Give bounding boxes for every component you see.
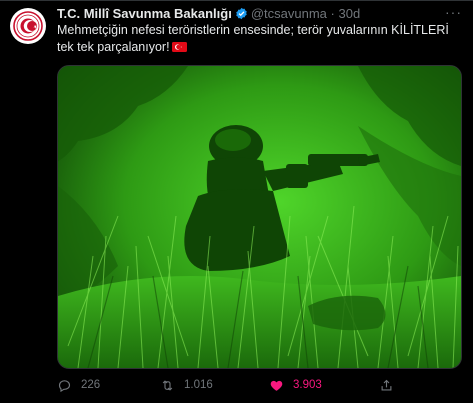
night-vision-photo — [58, 66, 461, 368]
heart-icon — [270, 380, 283, 391]
more-icon[interactable]: ··· — [445, 5, 462, 19]
turkey-flag-icon — [171, 40, 187, 52]
share-button[interactable] — [379, 376, 403, 394]
reply-count: 226 — [81, 379, 101, 391]
retweet-button[interactable]: 1.016 — [160, 376, 213, 394]
tweet-actions: 226 1.016 3.903 — [57, 376, 457, 394]
verified-badge-icon — [235, 7, 248, 20]
retweet-count: 1.016 — [184, 379, 213, 391]
share-icon — [381, 379, 392, 390]
like-count: 3.903 — [293, 379, 322, 391]
tweet-header: T.C. Millî Savunma Bakanlığı @tcsavunma ·… — [57, 5, 462, 23]
reply-icon — [58, 379, 71, 392]
tweet-text: Mehmetçiğin nefesi teröristlerin ensesin… — [57, 23, 449, 54]
divider — [0, 0, 473, 1]
avatar[interactable] — [10, 8, 46, 44]
author-handle[interactable]: @tcsavunma — [251, 6, 327, 21]
author-name[interactable]: T.C. Millî Savunma Bakanlığı — [57, 6, 232, 21]
tweet-timestamp[interactable]: 30d — [338, 6, 360, 21]
separator-dot: · — [330, 6, 335, 21]
tweet-card[interactable]: T.C. Millî Savunma Bakanlığı @tcsavunma ·… — [0, 0, 473, 403]
tweet-text-container: Mehmetçiğin nefesi teröristlerin ensesin… — [57, 22, 457, 56]
reply-button[interactable]: 226 — [57, 376, 100, 394]
retweet-icon — [162, 379, 173, 391]
like-button[interactable]: 3.903 — [269, 376, 322, 394]
ministry-seal-logo — [11, 9, 45, 43]
tweet-media-image[interactable] — [57, 65, 462, 369]
